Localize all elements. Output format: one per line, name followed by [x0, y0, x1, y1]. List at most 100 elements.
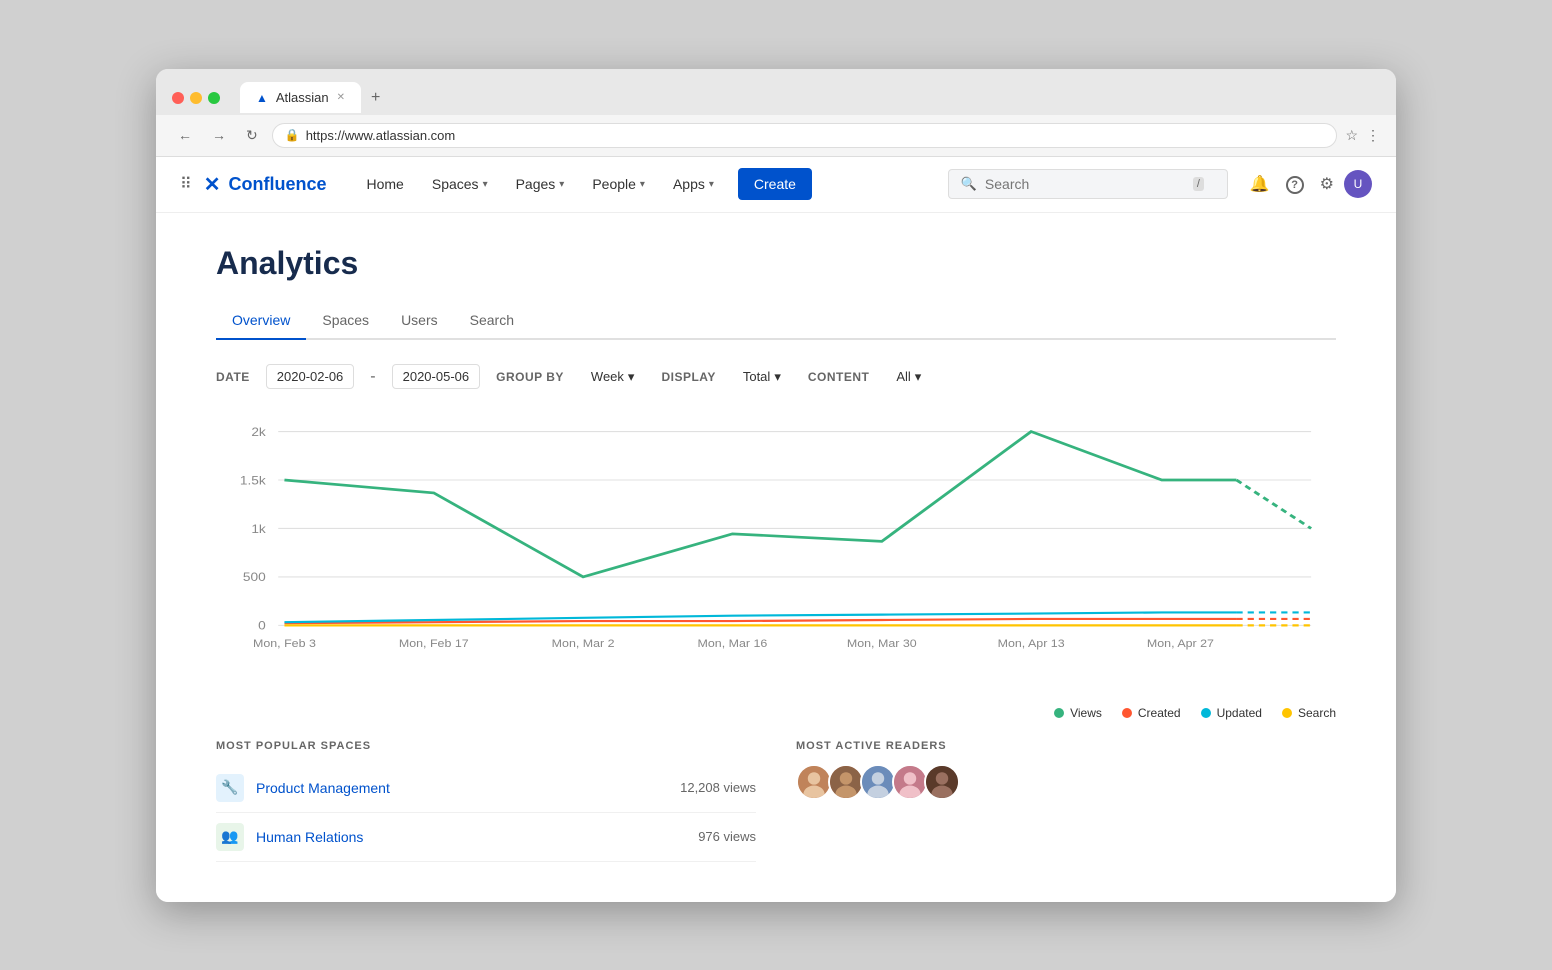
- more-icon[interactable]: ⋮: [1366, 127, 1380, 144]
- reader-avatar-5[interactable]: [924, 764, 960, 800]
- url-text: https://www.atlassian.com: [306, 128, 456, 143]
- back-button[interactable]: ←: [172, 123, 198, 147]
- spaces-label: Spaces: [432, 176, 479, 192]
- date-dash: -: [370, 368, 375, 386]
- confluence-logo[interactable]: ✕ Confluence: [204, 172, 327, 197]
- created-label: Created: [1138, 706, 1181, 720]
- tab-search-label: Search: [470, 312, 514, 328]
- close-button[interactable]: [172, 92, 184, 104]
- browser-chrome: ▲ Atlassian ✕ + ← → ↻ 🔒 https://www.atla…: [156, 69, 1396, 157]
- new-tab-button[interactable]: +: [361, 81, 390, 115]
- reader-avatar-2[interactable]: [828, 764, 864, 800]
- notifications-button[interactable]: 🔔: [1244, 168, 1276, 200]
- help-button[interactable]: ?: [1280, 169, 1310, 200]
- refresh-button[interactable]: ↻: [240, 123, 264, 148]
- space-icon-product: 🔧: [216, 774, 244, 802]
- tab-users[interactable]: Users: [385, 302, 454, 338]
- address-actions: ☆ ⋮: [1345, 127, 1380, 144]
- chart-legend: Views Created Updated Search: [216, 706, 1336, 720]
- space-views-hr: 976 views: [698, 829, 756, 844]
- content-chevron: ▾: [915, 369, 922, 385]
- svg-text:Mon, Feb 17: Mon, Feb 17: [399, 637, 469, 649]
- svg-text:Mon, Apr 13: Mon, Apr 13: [998, 637, 1065, 649]
- confluence-icon: ✕: [204, 172, 221, 197]
- pages-dropdown-icon: ▾: [559, 179, 564, 190]
- tab-overview[interactable]: Overview: [216, 302, 306, 340]
- legend-search: Search: [1282, 706, 1336, 720]
- people-dropdown-icon: ▾: [640, 179, 645, 190]
- legend-updated: Updated: [1201, 706, 1262, 720]
- apps-grid-icon[interactable]: ⠿: [180, 174, 192, 194]
- svg-text:Mon, Feb 3: Mon, Feb 3: [253, 637, 316, 649]
- create-button[interactable]: Create: [738, 168, 812, 200]
- tab-close-button[interactable]: ✕: [337, 92, 345, 103]
- views-label: Views: [1070, 706, 1102, 720]
- date-to-input[interactable]: 2020-05-06: [392, 364, 481, 389]
- tab-title: Atlassian: [276, 90, 329, 105]
- chart-container: 2k 1.5k 1k 500 0: [216, 410, 1336, 690]
- reader-avatar-1[interactable]: [796, 764, 832, 800]
- main-content: Analytics Overview Spaces Users Search D…: [156, 213, 1396, 902]
- address-bar: ← → ↻ 🔒 https://www.atlassian.com ☆ ⋮: [156, 115, 1396, 157]
- tab-search[interactable]: Search: [454, 302, 530, 338]
- people-label: People: [592, 176, 636, 192]
- nav-spaces[interactable]: Spaces ▾: [420, 168, 500, 200]
- legend-views: Views: [1054, 706, 1102, 720]
- search-icon: 🔍: [961, 176, 977, 192]
- display-value: Total: [743, 369, 770, 384]
- spaces-dropdown-icon: ▾: [483, 179, 488, 190]
- page-content: ⠿ ✕ Confluence Home Spaces ▾ Pages ▾ Peo…: [156, 157, 1396, 902]
- bookmark-icon[interactable]: ☆: [1345, 127, 1358, 144]
- svg-text:Mon, Mar 16: Mon, Mar 16: [698, 637, 768, 649]
- search-bar[interactable]: 🔍 /: [948, 169, 1228, 199]
- active-readers-title: MOST ACTIVE READERS: [796, 740, 1336, 752]
- tab-bar: ▲ Atlassian ✕ +: [240, 81, 390, 115]
- group-by-chevron: ▾: [628, 369, 635, 385]
- nav-apps[interactable]: Apps ▾: [661, 168, 726, 200]
- content-value: All: [896, 369, 910, 384]
- display-dropdown[interactable]: Total ▾: [732, 364, 792, 390]
- reader-avatar-4[interactable]: [892, 764, 928, 800]
- nav-home[interactable]: Home: [355, 168, 416, 200]
- svg-text:Mon, Mar 30: Mon, Mar 30: [847, 637, 917, 649]
- space-item-product-management: 🔧 Product Management 12,208 views: [216, 764, 756, 813]
- filters-row: DATE 2020-02-06 - 2020-05-06 GROUP BY We…: [216, 364, 1336, 390]
- svg-text:1.5k: 1.5k: [240, 473, 267, 487]
- most-active-readers-section: MOST ACTIVE READERS: [796, 740, 1336, 862]
- views-dot: [1054, 708, 1064, 718]
- space-icon-hr: 👥: [216, 823, 244, 851]
- settings-button[interactable]: ⚙: [1314, 168, 1340, 200]
- nav-pages[interactable]: Pages ▾: [504, 168, 577, 200]
- updated-label: Updated: [1217, 706, 1262, 720]
- url-bar[interactable]: 🔒 https://www.atlassian.com: [272, 123, 1338, 148]
- date-from-input[interactable]: 2020-02-06: [266, 364, 355, 389]
- group-by-label: GROUP BY: [496, 370, 564, 384]
- svg-text:Mon, Mar 2: Mon, Mar 2: [552, 637, 615, 649]
- active-tab[interactable]: ▲ Atlassian ✕: [240, 82, 361, 113]
- minimize-button[interactable]: [190, 92, 202, 104]
- created-dot: [1122, 708, 1132, 718]
- tab-users-label: Users: [401, 312, 438, 328]
- svg-text:1k: 1k: [251, 521, 266, 535]
- content-dropdown[interactable]: All ▾: [885, 364, 932, 390]
- search-label: Search: [1298, 706, 1336, 720]
- space-name-product[interactable]: Product Management: [256, 780, 680, 796]
- nav-people[interactable]: People ▾: [580, 168, 657, 200]
- group-by-dropdown[interactable]: Week ▾: [580, 364, 646, 390]
- space-name-hr[interactable]: Human Relations: [256, 829, 698, 845]
- tab-spaces[interactable]: Spaces: [306, 302, 385, 338]
- traffic-lights: [172, 92, 220, 104]
- space-item-human-relations: 👥 Human Relations 976 views: [216, 813, 756, 862]
- browser-window: ▲ Atlassian ✕ + ← → ↻ 🔒 https://www.atla…: [156, 69, 1396, 902]
- updated-dot: [1201, 708, 1211, 718]
- user-avatar[interactable]: U: [1344, 170, 1372, 198]
- reader-avatar-3[interactable]: [860, 764, 896, 800]
- maximize-button[interactable]: [208, 92, 220, 104]
- group-by-value: Week: [591, 369, 624, 384]
- svg-text:0: 0: [258, 618, 266, 632]
- svg-text:2k: 2k: [251, 424, 266, 438]
- search-input[interactable]: [985, 176, 1185, 192]
- forward-button[interactable]: →: [206, 123, 232, 147]
- search-dot: [1282, 708, 1292, 718]
- nav-icons: 🔔 ? ⚙ U: [1244, 168, 1372, 200]
